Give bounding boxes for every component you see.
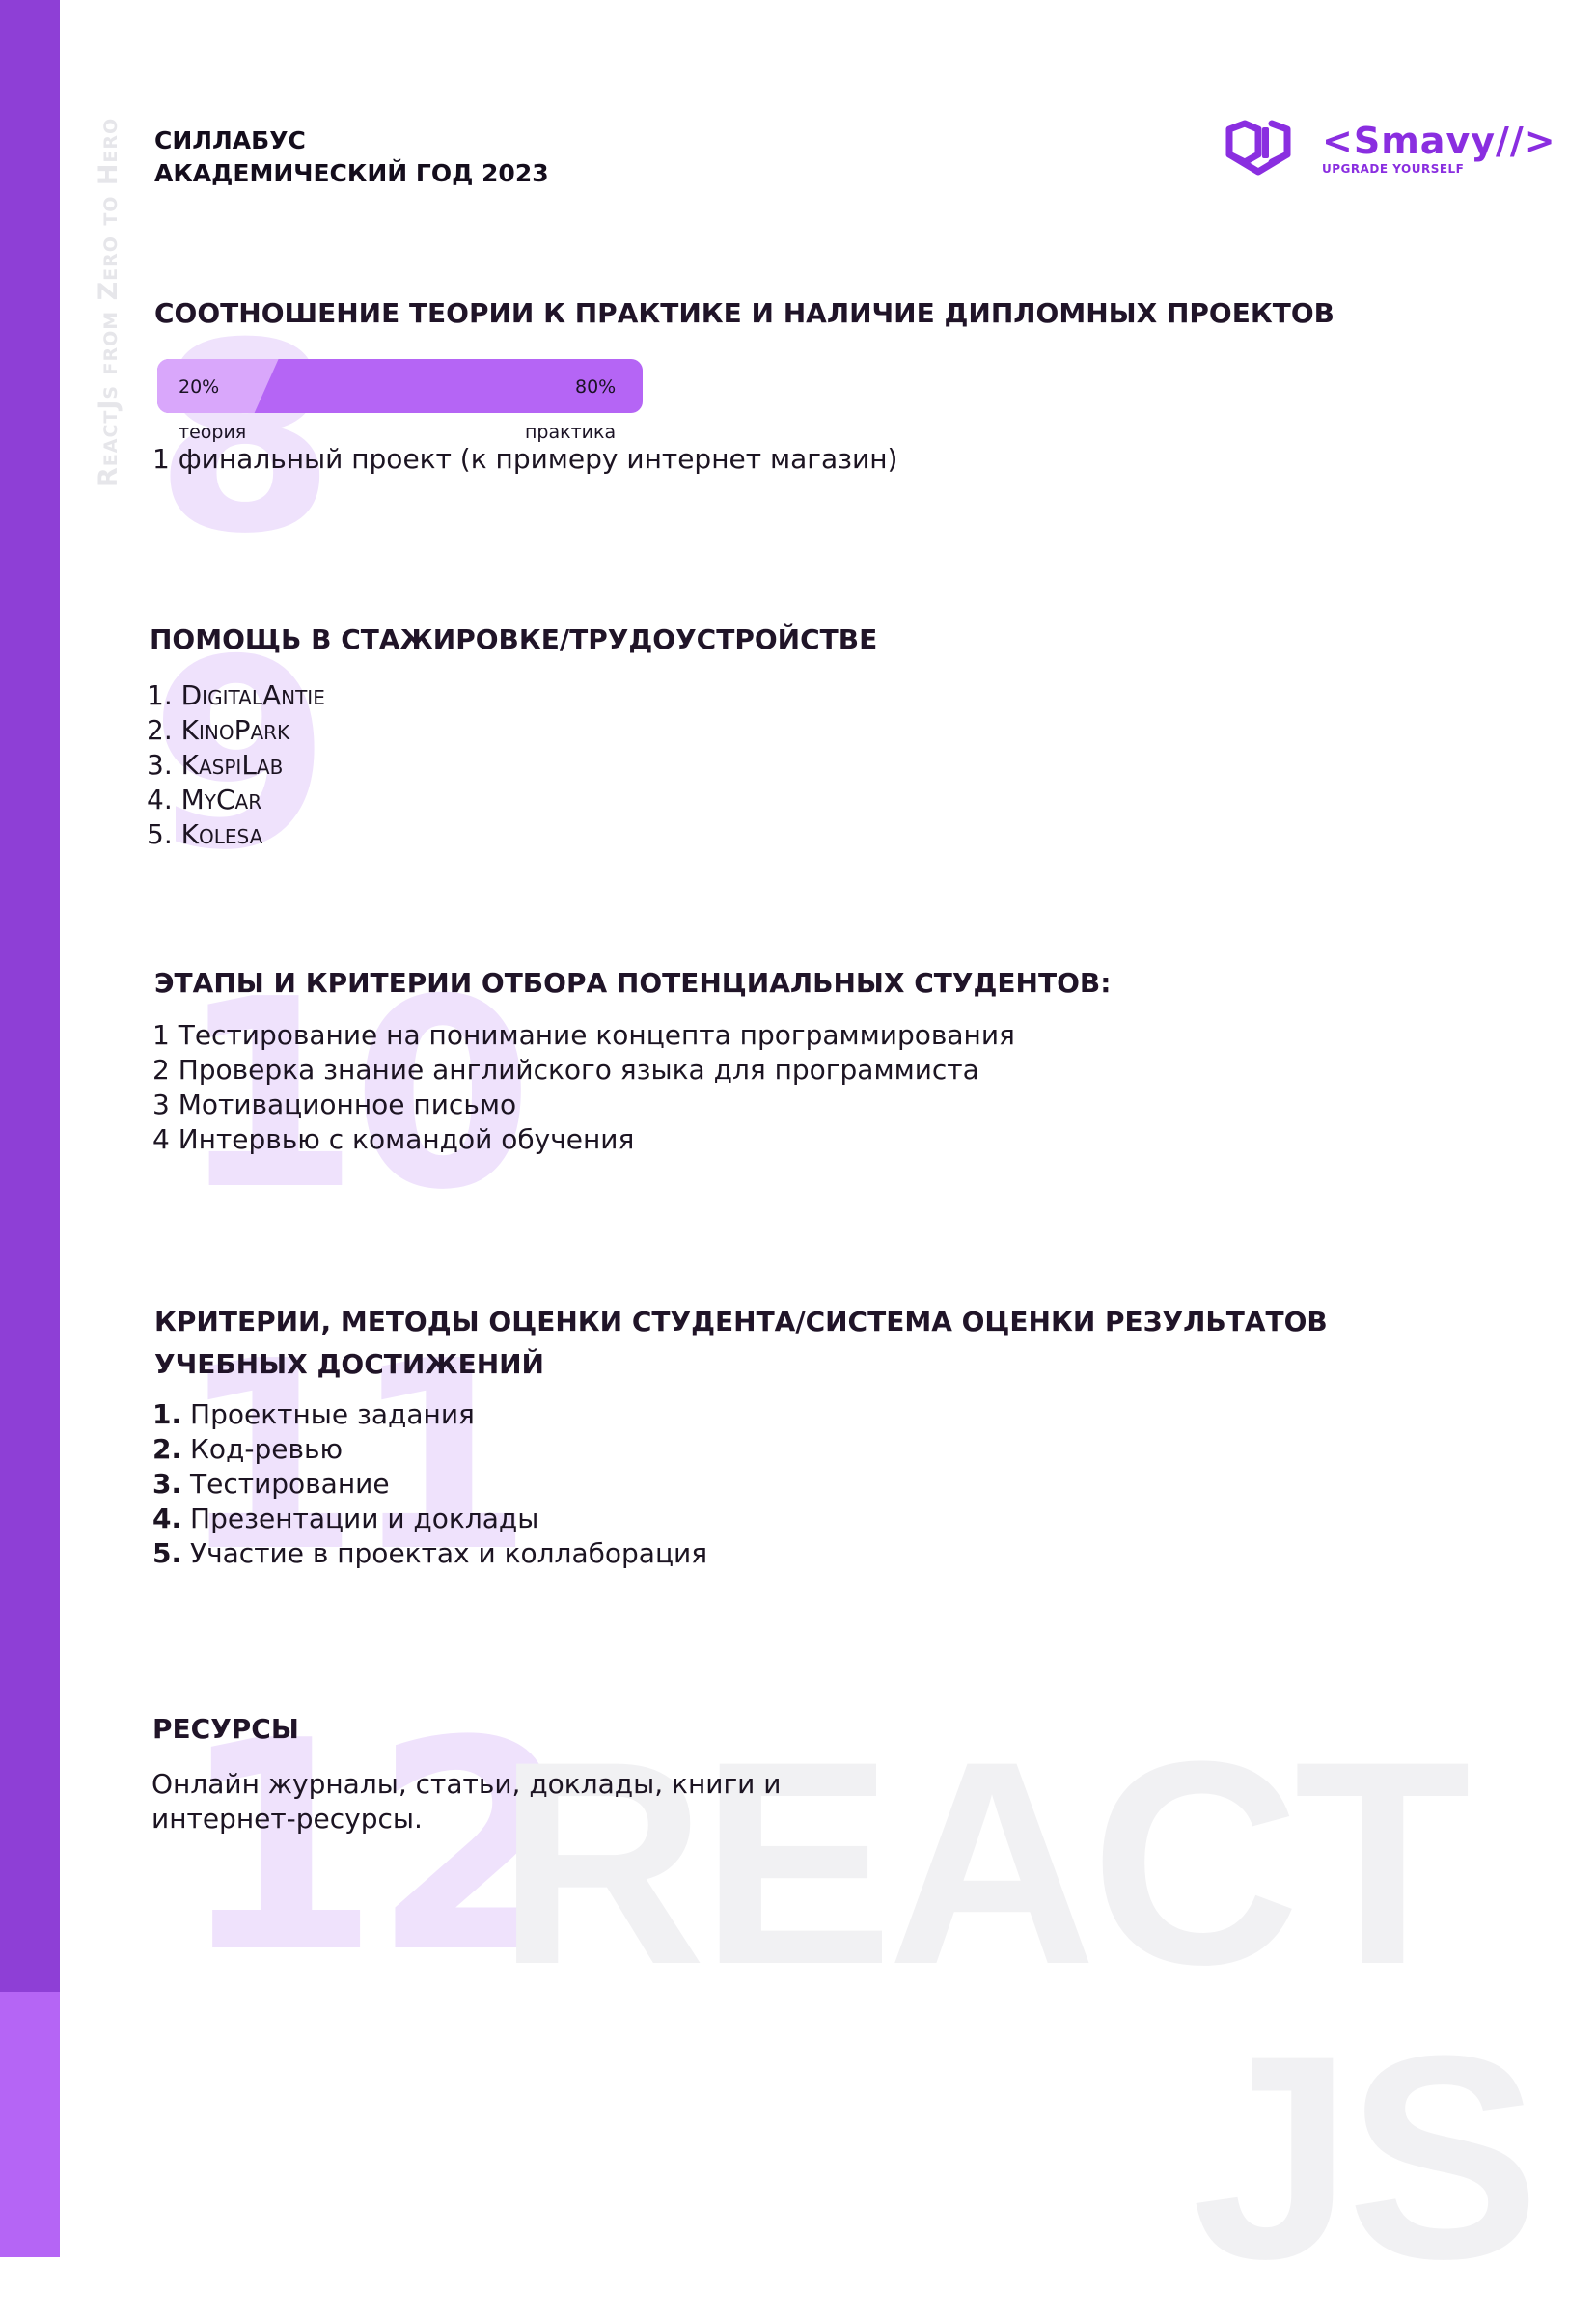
assessment-methods-list: 1. Проектные задания 2. Код-ревью 3. Тес… xyxy=(152,1397,707,1571)
watermark-js: JS xyxy=(1192,1995,1540,2319)
practice-percent: 80% xyxy=(575,376,617,398)
section-resources-heading: РЕСУРСЫ xyxy=(152,1713,299,1745)
assessment-heading-line1: КРИТЕРИИ, МЕТОДЫ ОЦЕНКИ СТУДЕНТА/СИСТЕМА… xyxy=(154,1306,1328,1338)
list-item: 2 Проверка знание английского языка для … xyxy=(152,1054,979,1086)
theory-percent: 20% xyxy=(179,376,220,398)
practice-label: практика xyxy=(525,422,617,443)
list-item: 3. Тестирование xyxy=(152,1468,390,1500)
list-item: 2. Код-ревью xyxy=(152,1433,344,1465)
page-header: СИЛЛАБУС АКАДЕМИЧЕСКИЙ ГОД 2023 xyxy=(154,124,549,190)
list-item: 1. Проектные задания xyxy=(152,1398,475,1430)
list-item: 4 Интервью с командой обучения xyxy=(152,1123,635,1155)
internship-company-list: 1. DigitalAntie 2. KinoPark 3. KaspiLab … xyxy=(147,678,325,852)
list-item: 1 Тестирование на понимание концепта про… xyxy=(152,1019,1015,1051)
sidebar-accent-bar-bottom xyxy=(0,1992,60,2257)
resources-line: Онлайн журналы, статьи, доклады, книги и xyxy=(151,1768,782,1800)
list-item: 2. KinoPark xyxy=(147,714,290,746)
syllabus-title: СИЛЛАБУС xyxy=(154,126,306,154)
resources-line: интернет-ресурсы. xyxy=(151,1803,423,1835)
final-project-text: 1 финальный проект (к примеру интернет м… xyxy=(152,443,898,475)
sidebar-vertical-title: ReactJs from Zero to Hero xyxy=(94,117,124,487)
assessment-heading-line2: УЧЕБНЫХ ДОСТИЖЕНИЙ xyxy=(154,1348,544,1380)
logo-tagline: UPGRADE YOURSELF xyxy=(1322,162,1465,176)
list-item: 4. MyCar xyxy=(147,784,262,815)
smavy-logo: <Smavy//> UPGRADE YOURSELF xyxy=(1225,116,1555,185)
logo-wordmark: <Smavy//> xyxy=(1322,120,1556,162)
section-assessment-heading: КРИТЕРИИ, МЕТОДЫ ОЦЕНКИ СТУДЕНТА/СИСТЕМА… xyxy=(154,1301,1328,1386)
list-item: 5. Kolesa xyxy=(147,818,263,850)
section-internship-heading: ПОМОЩЬ В СТАЖИРОВКЕ/ТРУДОУСТРОЙСТВЕ xyxy=(150,623,878,655)
list-item: 4. Презентации и доклады xyxy=(152,1503,539,1534)
theory-practice-progress-bar: 20% 80% xyxy=(157,359,643,413)
theory-label: теория xyxy=(179,422,247,443)
section-ratio-heading: СООТНОШЕНИЕ ТЕОРИИ К ПРАКТИКЕ И НАЛИЧИЕ … xyxy=(154,297,1335,329)
resources-text: Онлайн журналы, статьи, доклады, книги и… xyxy=(151,1767,781,1836)
list-item: 3. KaspiLab xyxy=(147,749,284,781)
list-item: 5. Участие в проектах и коллаборация xyxy=(152,1537,708,1569)
list-item: 1. DigitalAntie xyxy=(147,679,325,711)
academic-year-title: АКАДЕМИЧЕСКИЙ ГОД 2023 xyxy=(154,159,549,187)
selection-steps-list: 1 Тестирование на понимание концепта про… xyxy=(152,1018,1015,1157)
watermark-react: REACT xyxy=(497,1700,1471,2025)
sidebar-accent-bar xyxy=(0,0,60,1992)
list-item: 3 Мотивационное письмо xyxy=(152,1089,517,1120)
section-selection-heading: ЭТАПЫ И КРИТЕРИИ ОТБОРА ПОТЕНЦИАЛЬНЫХ СТ… xyxy=(154,967,1112,999)
